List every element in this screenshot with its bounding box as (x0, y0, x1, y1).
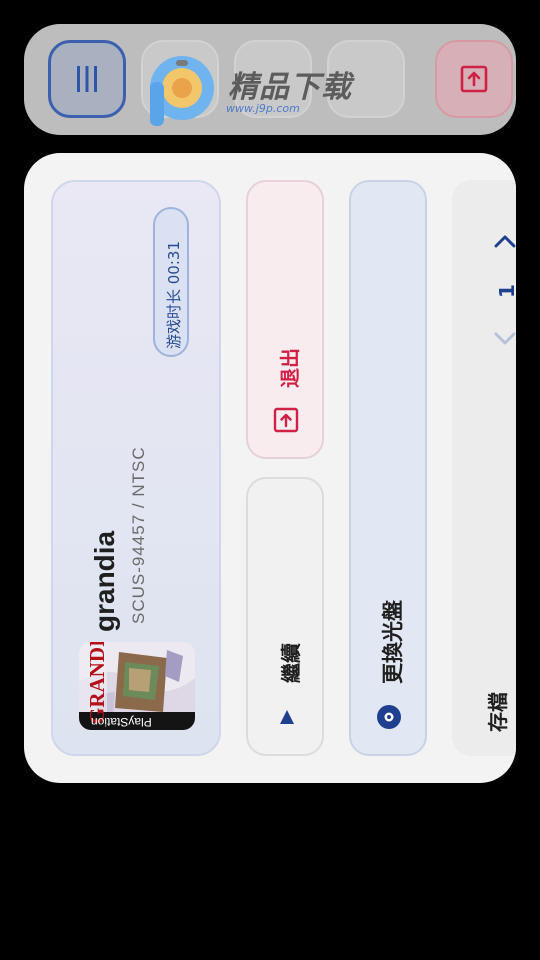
chevron-down-icon[interactable] (494, 332, 516, 346)
game-info-card: GRANDIA GRANDIA PlayStation grandia SCUS… (51, 180, 221, 756)
continue-label: 繼續 (279, 643, 303, 683)
pause-menu-panel: GRANDIA GRANDIA PlayStation grandia SCUS… (24, 153, 516, 783)
save-panel: 1 存檔 (452, 180, 516, 756)
toolbar-button-4[interactable] (327, 40, 405, 118)
swap-disc-label: 更換光盤 (381, 600, 405, 684)
playtime-badge: 游戏时长 00:31 (153, 207, 189, 357)
menu-button[interactable] (48, 40, 126, 118)
game-serial: SCUS-94457 / NTSC (129, 446, 148, 624)
continue-button[interactable]: 繼續 (246, 477, 324, 756)
disc-icon (377, 705, 401, 729)
game-title: grandia (89, 530, 120, 632)
top-toolbar (24, 24, 516, 135)
toolbar-button-3[interactable] (234, 40, 312, 118)
cover-brand: PlayStation (91, 715, 152, 729)
slot-number: 1 (495, 284, 516, 298)
cover-logo: GRANDIA (85, 642, 109, 724)
quit-button[interactable]: 退出 (246, 180, 324, 459)
exit-box-icon (460, 65, 488, 93)
vertical-bars-icon (77, 66, 97, 92)
save-label: 存檔 (486, 692, 510, 732)
game-cover: GRANDIA GRANDIA PlayStation (79, 642, 195, 730)
swap-disc-button[interactable]: 更換光盤 (349, 180, 427, 756)
playtime-label: 游戏时长 00:31 (165, 241, 183, 349)
quit-label: 退出 (278, 348, 302, 388)
play-triangle-icon (280, 710, 294, 724)
chevron-up-icon[interactable] (494, 234, 516, 248)
exit-button[interactable] (435, 40, 513, 118)
exit-box-icon (273, 407, 299, 433)
toolbar-button-2[interactable] (141, 40, 219, 118)
